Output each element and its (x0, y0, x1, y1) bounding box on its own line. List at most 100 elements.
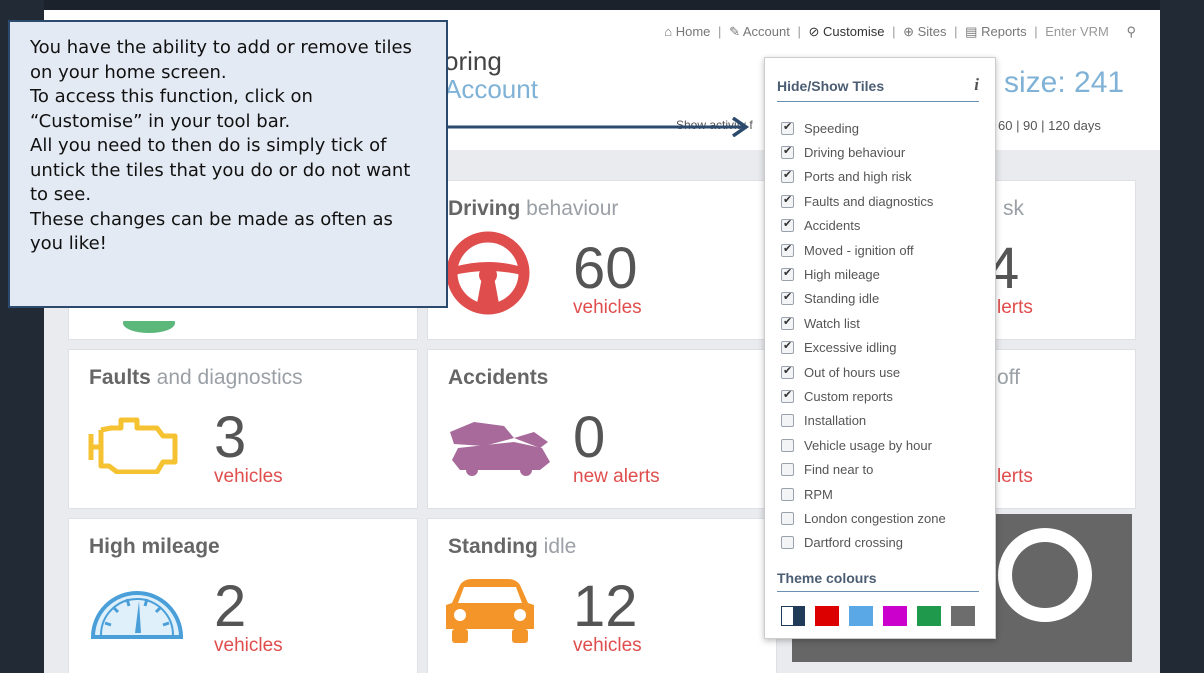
tile-toggle-label: Excessive idling (804, 340, 897, 356)
nav-account-label: Account (742, 24, 790, 39)
nav-account[interactable]: ✎ Account (729, 24, 790, 39)
theme-colour-swatch[interactable] (781, 606, 805, 626)
nav-home[interactable]: ⌂ Home (664, 24, 710, 39)
tile-toggle-label: Moved - ignition off (804, 242, 914, 258)
theme-colour-swatch[interactable] (917, 606, 941, 626)
vrm-search-input[interactable]: Enter VRM (1045, 24, 1109, 39)
tile-unit: vehicles (573, 635, 642, 656)
tile-toggle-item[interactable]: Accidents (781, 214, 946, 238)
brand-title: oring (444, 46, 502, 76)
tile-checkbox[interactable] (781, 463, 794, 477)
tile-toggle-label: Out of hours use (804, 364, 901, 380)
tile-toggle-item[interactable]: Faults and diagnostics (781, 189, 946, 213)
tile-checkbox[interactable] (781, 388, 794, 403)
tile-checkbox[interactable] (781, 364, 794, 379)
nav-separator: | (1034, 24, 1038, 39)
tile-checkbox[interactable] (781, 487, 794, 501)
tile-unit: vehicles (214, 635, 283, 656)
tile-toggle-item[interactable]: London congestion zone (781, 506, 946, 530)
tile-accidents[interactable]: Accidents 0 new alerts (427, 349, 777, 509)
tile-toggle-item[interactable]: Moved - ignition off (781, 238, 946, 262)
tile-faults-diagnostics[interactable]: Faults and diagnostics 3 vehicles (68, 349, 418, 509)
tile-checkbox[interactable] (781, 168, 794, 184)
tile-checkbox[interactable] (781, 193, 794, 208)
tile-value: 2 (214, 574, 247, 639)
nav-separator: | (797, 24, 801, 39)
theme-colour-swatch[interactable] (951, 606, 975, 626)
watch-icon (998, 528, 1092, 622)
tile-checkbox[interactable] (781, 536, 794, 550)
tile-checkbox-list: Speeding Driving behaviour Ports and high … (781, 116, 946, 555)
tile-toggle-item[interactable]: High mileage (781, 262, 946, 286)
tile-toggle-item[interactable]: Excessive idling (781, 336, 946, 360)
nav-separator: | (718, 24, 722, 39)
tile-toggle-item[interactable]: Installation (781, 409, 946, 433)
tile-toggle-item[interactable]: Watch list (781, 311, 946, 335)
tile-standing-idle[interactable]: Standing idle 12 vehicles (427, 518, 777, 673)
tile-toggle-item[interactable]: Find near to (781, 457, 946, 481)
tile-toggle-label: Watch list (804, 315, 860, 331)
tile-checkbox[interactable] (781, 290, 794, 306)
tile-toggle-item[interactable]: Speeding (781, 116, 946, 140)
tile-checkbox[interactable] (781, 511, 794, 525)
tile-title: Standing idle (448, 535, 577, 558)
theme-colour-swatch[interactable] (815, 606, 839, 626)
tile-checkbox[interactable] (781, 242, 794, 257)
tile-toggle-item[interactable]: RPM (781, 482, 946, 506)
tile-checkbox[interactable] (781, 217, 794, 233)
nav-home-label: Home (675, 24, 711, 39)
car-icon (446, 579, 534, 643)
tile-toggle-label: Accidents (804, 218, 861, 234)
nav-separator: | (954, 24, 958, 39)
nav-reports[interactable]: ▤ Reports (965, 24, 1026, 39)
tile-toggle-item[interactable]: Custom reports (781, 384, 946, 408)
tile-high-mileage[interactable]: High mileage 2 vehicles (68, 518, 418, 673)
tile-toggle-item[interactable]: Dartford crossing (781, 531, 946, 555)
tile-toggle-label: RPM (804, 486, 833, 502)
tile-checkbox[interactable] (781, 266, 794, 282)
car-crash-icon (450, 422, 550, 476)
tile-checkbox[interactable] (781, 414, 794, 428)
engine-icon (88, 417, 178, 474)
tile-toggle-label: Dartford crossing (804, 535, 903, 551)
theme-colour-swatch[interactable] (849, 606, 873, 626)
fleet-size: size: 241 (1004, 66, 1125, 99)
tile-toggle-label: Speeding (804, 120, 859, 136)
tile-toggle-item[interactable]: Out of hours use (781, 360, 946, 384)
tile-unit: lerts (997, 297, 1033, 318)
edit-icon: ✎ (729, 24, 740, 39)
tile-toggle-item[interactable]: Standing idle (781, 287, 946, 311)
tile-value: 3 (214, 405, 247, 470)
dropdown-heading: Hide/Show Tiles i (777, 75, 979, 102)
nav-customise-label: Customise (823, 24, 885, 39)
callout-line: To access this function, click on “Custo… (30, 86, 313, 132)
info-icon[interactable]: i (974, 75, 979, 95)
tile-toggle-label: Faults and diagnostics (804, 193, 934, 209)
nav-separator: | (892, 24, 896, 39)
day-range-selector[interactable]: 60 | 90 | 120 days (998, 118, 1101, 133)
tile-toggle-label: Driving behaviour (804, 145, 906, 161)
tile-checkbox[interactable] (781, 438, 794, 452)
tile-checkbox[interactable] (781, 339, 794, 355)
theme-colour-swatch[interactable] (883, 606, 907, 626)
tile-unit: lerts (997, 466, 1033, 487)
tile-toggle-item[interactable]: Vehicle usage by hour (781, 433, 946, 457)
tile-toggle-item[interactable]: Ports and high risk (781, 165, 946, 189)
tile-checkbox[interactable] (781, 144, 794, 160)
tile-value: 12 (573, 574, 638, 639)
nav-sites[interactable]: ⊕ Sites (903, 24, 946, 39)
nav-customise[interactable]: ⊘ Customise (809, 24, 885, 39)
tile-toggle-item[interactable]: Driving behaviour (781, 140, 946, 164)
speedometer-icon (90, 591, 184, 639)
callout-arrow (447, 117, 750, 137)
reports-icon: ▤ (965, 24, 978, 39)
tile-checkbox[interactable] (781, 315, 794, 330)
tile-checkbox[interactable] (781, 120, 794, 135)
tile-driving-behaviour[interactable]: Driving behaviour 60 vehicles (427, 180, 777, 340)
tile-title: Driving behaviour (448, 197, 619, 220)
nav-sites-label: Sites (917, 24, 947, 39)
search-icon[interactable]: ⚲ (1126, 24, 1136, 39)
theme-colour-swatches (781, 606, 975, 626)
window-frame-right (1160, 0, 1204, 673)
tile-unit: vehicles (214, 466, 283, 487)
